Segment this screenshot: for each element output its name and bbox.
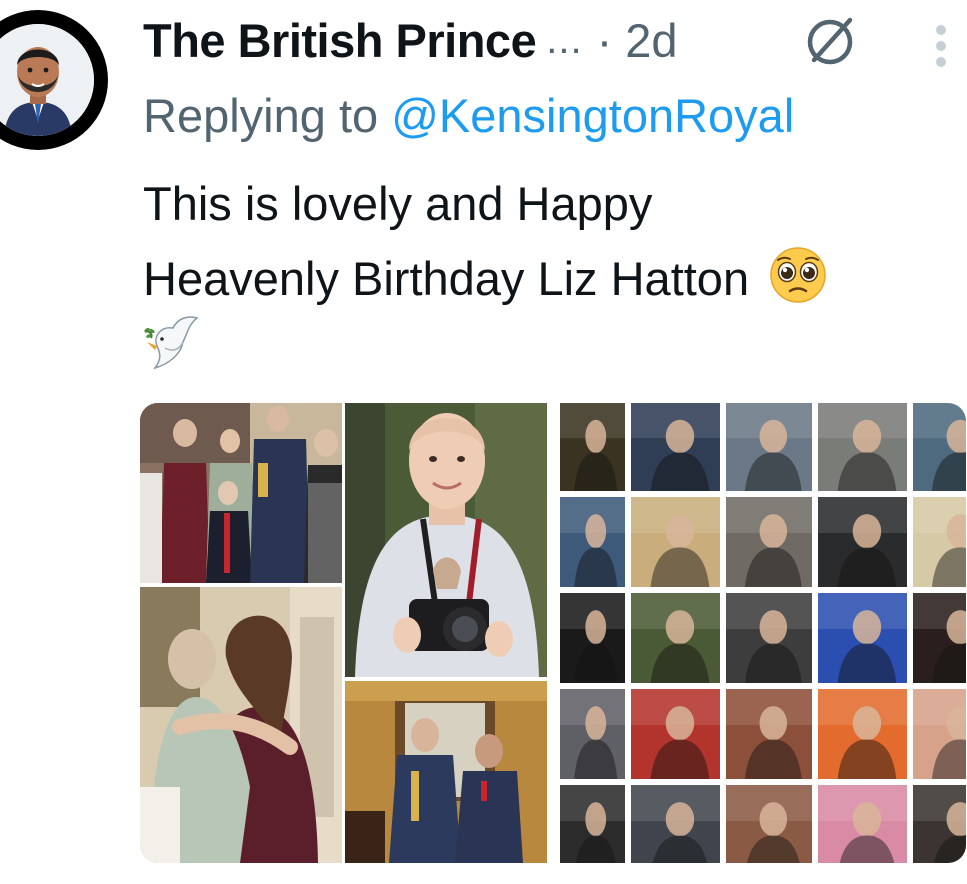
grid-photo[interactable] — [913, 497, 966, 587]
grid-photo[interactable] — [818, 689, 907, 779]
grid-photo[interactable] — [818, 497, 907, 587]
hug-photo[interactable] — [140, 587, 342, 863]
grid-photo[interactable] — [818, 593, 907, 683]
grid-photo[interactable] — [631, 785, 720, 863]
tweet-text-line-2-text: Heavenly Birthday Liz Hatton — [143, 252, 750, 305]
timestamp[interactable]: · 2d — [597, 13, 678, 68]
reply-handle-link[interactable]: @KensingtonRoyal — [391, 89, 794, 142]
grid-photo[interactable] — [913, 689, 966, 779]
name-truncation: ... — [546, 17, 583, 62]
grid-photo[interactable] — [560, 403, 625, 491]
grid-photo[interactable] — [913, 403, 966, 491]
grok-icon[interactable] — [800, 12, 860, 72]
grid-photo[interactable] — [818, 403, 907, 491]
more-vertical-icon[interactable] — [930, 24, 952, 72]
grid-photo[interactable] — [560, 593, 625, 683]
pleading-face-emoji — [768, 245, 828, 305]
grid-photo[interactable] — [631, 403, 720, 491]
tweet-text-line-2: Heavenly Birthday Liz Hatton — [143, 241, 953, 316]
grid-photo[interactable] — [726, 497, 812, 587]
grid-photo[interactable] — [726, 403, 812, 491]
tweet-text: This is lovely and Happy Heavenly Birthd… — [143, 166, 953, 316]
grid-photo[interactable] — [726, 689, 812, 779]
grid-photo[interactable] — [818, 785, 907, 863]
author-name[interactable]: The British Prince — [143, 13, 537, 68]
grid-photo[interactable] — [631, 689, 720, 779]
tweet-media[interactable] — [140, 403, 966, 863]
grid-photo[interactable] — [726, 785, 812, 863]
grid-photo[interactable] — [631, 593, 720, 683]
grid-photo[interactable] — [726, 593, 812, 683]
family-group-photo[interactable] — [140, 403, 342, 583]
portrait-with-camera[interactable] — [345, 403, 547, 677]
reply-context: Replying to @KensingtonRoyal — [143, 88, 794, 143]
tweet-text-line-1: This is lovely and Happy — [143, 177, 653, 230]
reply-prefix: Replying to — [143, 89, 379, 142]
grid-photo[interactable] — [560, 785, 625, 863]
grid-photo[interactable] — [913, 593, 966, 683]
grid-photo[interactable] — [631, 497, 720, 587]
grid-photo[interactable] — [560, 497, 625, 587]
dove-emoji — [143, 312, 201, 374]
tweet-header: The British Prince ... · 2d — [143, 8, 678, 72]
avatar[interactable] — [0, 10, 108, 150]
grid-photo[interactable] — [560, 689, 625, 779]
investiture-photo[interactable] — [345, 681, 547, 863]
grid-photo[interactable] — [913, 785, 966, 863]
